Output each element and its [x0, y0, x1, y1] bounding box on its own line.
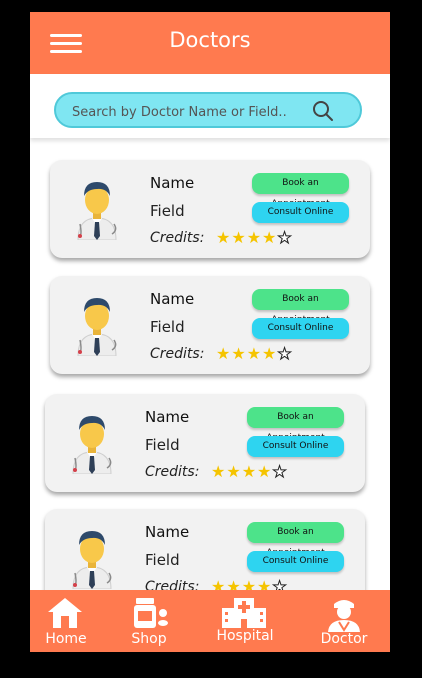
book-appointment-button[interactable]: Book an Appointment — [252, 173, 349, 209]
doctor-name: Name — [150, 174, 195, 192]
star-filled-icon: ★ — [231, 228, 247, 247]
doctor-field: Field — [145, 436, 180, 454]
credits-label: Credits: — [145, 579, 200, 590]
star-filled-icon: ★ — [226, 577, 242, 590]
credits-label: Credits: — [150, 230, 205, 246]
star-filled-icon: ★ — [262, 344, 278, 363]
nav-home[interactable]: Home — [30, 590, 102, 652]
book-appointment-button[interactable]: Book an Appointment — [247, 522, 344, 558]
nav-shop-label: Shop — [131, 631, 167, 647]
star-filled-icon: ★ — [211, 462, 227, 481]
doctor-field: Field — [150, 202, 185, 220]
star-filled-icon: ★ — [241, 462, 258, 481]
search-bar-area — [30, 74, 390, 138]
book-appointment-button[interactable]: Book an Appointment — [252, 289, 349, 325]
consult-online-button[interactable]: Consult Online — [252, 202, 349, 223]
app-screen: Doctors Name Field Credits: Book an Appo… — [30, 12, 390, 652]
consult-online-button[interactable]: Consult Online — [252, 318, 349, 339]
nav-doctor[interactable]: Doctor — [312, 590, 376, 652]
bottom-nav: Home Shop Hospital Doctor — [30, 590, 390, 652]
rating-stars: ★★★★★ — [211, 462, 288, 482]
rating-stars: ★★★★★ — [216, 228, 293, 248]
consult-online-button[interactable]: Consult Online — [247, 551, 344, 572]
search-icon[interactable] — [312, 100, 334, 122]
doctor-card[interactable]: Name Field Credits: Book an Appointment … — [45, 509, 365, 590]
app-header: Doctors — [30, 12, 390, 74]
star-empty-icon: ★ — [277, 344, 293, 364]
star-empty-icon: ★ — [272, 577, 288, 591]
star-filled-icon: ★ — [246, 344, 263, 363]
doctor-name: Name — [145, 523, 190, 541]
home-icon — [48, 598, 82, 628]
book-appointment-button[interactable]: Book an Appointment — [247, 407, 344, 443]
credits-label: Credits: — [145, 464, 200, 480]
star-filled-icon: ★ — [257, 577, 273, 590]
doctor-card[interactable]: Name Field Credits: Book an Appointment … — [50, 276, 370, 374]
star-filled-icon: ★ — [246, 228, 263, 247]
star-filled-icon: ★ — [216, 228, 232, 247]
star-empty-icon: ★ — [272, 462, 288, 482]
doctor-list: Name Field Credits: Book an Appointment … — [30, 148, 390, 590]
doctor-card[interactable]: Name Field Credits: Book an Appointment … — [50, 160, 370, 258]
nav-shop[interactable]: Shop — [114, 590, 184, 652]
search-input[interactable] — [70, 100, 304, 124]
star-filled-icon: ★ — [257, 462, 273, 481]
credits-label: Credits: — [150, 346, 205, 362]
hospital-icon — [222, 598, 266, 628]
doctor-avatar — [77, 298, 117, 356]
doctor-name: Name — [145, 408, 190, 426]
doctor-name: Name — [150, 290, 195, 308]
consult-online-button[interactable]: Consult Online — [247, 436, 344, 457]
star-filled-icon: ★ — [262, 228, 278, 247]
nav-hospital-label: Hospital — [216, 628, 274, 644]
star-empty-icon: ★ — [277, 228, 293, 248]
doctor-field: Field — [145, 551, 180, 569]
doctor-avatar — [72, 531, 112, 589]
search-box — [54, 92, 362, 128]
doctor-field: Field — [150, 318, 185, 336]
star-filled-icon: ★ — [211, 577, 227, 590]
doctor-avatar — [77, 182, 117, 240]
star-filled-icon: ★ — [231, 344, 247, 363]
doctor-avatar — [72, 416, 112, 474]
doctor-card[interactable]: Name Field Credits: Book an Appointment … — [45, 394, 365, 492]
star-filled-icon: ★ — [226, 462, 242, 481]
nav-doctor-label: Doctor — [320, 631, 368, 647]
rating-stars: ★★★★★ — [216, 344, 293, 364]
rating-stars: ★★★★★ — [211, 577, 288, 591]
page-title: Doctors — [169, 28, 251, 52]
medicine-bottle-icon — [134, 598, 168, 628]
nav-hospital[interactable]: Hospital — [210, 590, 280, 652]
doctor-icon — [328, 600, 360, 632]
nav-home-label: Home — [45, 631, 87, 647]
star-filled-icon: ★ — [216, 344, 232, 363]
star-filled-icon: ★ — [241, 577, 258, 590]
